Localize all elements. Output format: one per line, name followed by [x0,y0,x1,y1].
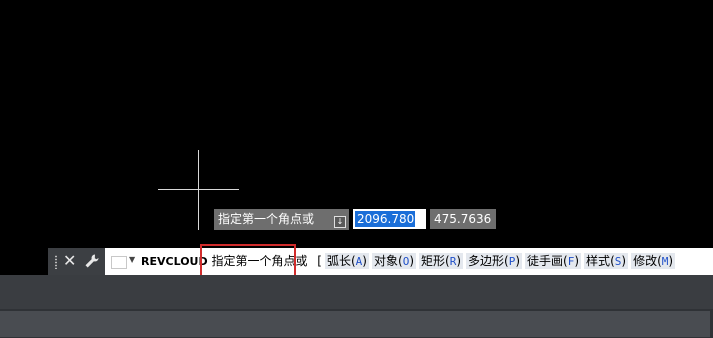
command-name: REVCLOUD [141,255,208,268]
option-key: O [402,255,410,268]
status-bar-inner [0,311,710,337]
option-label: 样式 [586,254,611,268]
chevron-down-icon[interactable]: ▼ [129,255,135,264]
command-line-bar: ✕ ▼ REVCLOUD 指定第一个角点或 [弧长(A) 对象(O) 矩形(R) 多边… [48,248,713,275]
y-coordinate-input[interactable]: 475.7636 [430,209,496,229]
status-bar [0,309,713,338]
option-key: M [661,255,669,268]
command-option[interactable]: 矩形(R) [419,253,464,269]
command-input[interactable]: ▼ REVCLOUD 指定第一个角点或 [弧长(A) 对象(O) 矩形(R) 多边形(… [105,248,713,275]
option-label: 多边形 [468,254,505,268]
drag-grip-icon[interactable] [54,255,58,269]
command-history-box[interactable] [111,256,127,269]
option-label: 修改 [633,254,658,268]
option-label: 对象 [373,254,398,268]
option-key: A [355,255,363,268]
command-option[interactable]: 修改(M) [631,253,676,269]
option-key: S [614,255,622,268]
command-option[interactable]: 多边形(P) [466,253,523,269]
down-arrow-icon[interactable]: ↓ [334,216,346,228]
command-option[interactable]: 弧长(A) [324,253,369,269]
option-key: F [567,255,575,268]
command-option[interactable]: 徒手画(F) [525,253,582,269]
dynamic-input-prompt: 指定第一个角点或 [214,209,349,230]
x-coordinate-input[interactable]: 2096.7802 [353,209,426,229]
wrench-icon[interactable] [84,253,100,273]
option-key: P [508,255,516,268]
option-label: 弧长 [326,254,351,268]
command-option[interactable]: 样式(S) [584,253,629,269]
option-label: 徒手画 [527,254,564,268]
command-option[interactable]: 对象(O) [371,253,416,269]
bottom-panel [0,275,713,309]
x-coordinate-value: 2096.7802 [355,211,422,227]
option-label: 矩形 [421,254,446,268]
command-line-controls: ✕ [48,248,105,275]
crosshair-vertical [198,150,199,230]
option-key: R [449,255,457,268]
close-icon[interactable]: ✕ [63,251,76,271]
